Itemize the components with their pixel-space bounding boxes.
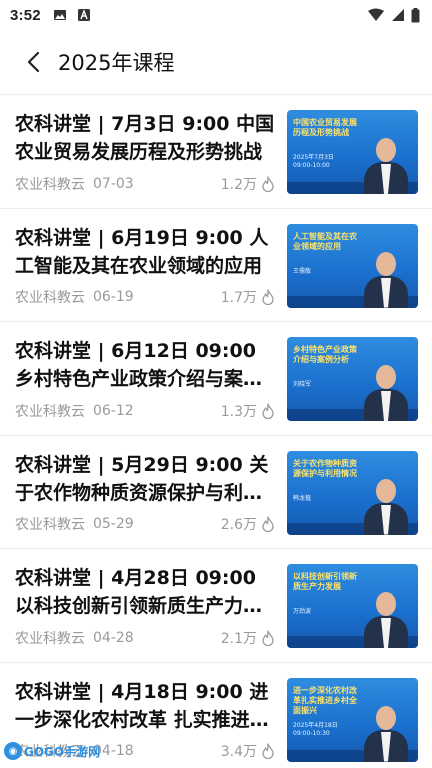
view-count: 2.6万 [220, 517, 257, 533]
back-button[interactable] [20, 47, 46, 77]
course-title: 农科讲堂 | 7月3日 9:00 中国农业贸易发展历程及形势挑战 [15, 113, 275, 163]
course-item-text: 农科讲堂 | 6月12日 09:00 乡村特色产业政策介绍与案例分析 农业科教云… [15, 322, 287, 435]
image-icon [53, 10, 66, 20]
thumbnail-tagline: 乡村特色产业政策介绍与案例分析 [293, 345, 357, 364]
watermark-text: GOGO手游网 [24, 744, 101, 759]
course-meta: 农业科教云 05-29 2.6万 [15, 514, 275, 534]
course-thumbnail[interactable]: 以科技创新引领新质生产力发展 万劲波 [287, 564, 418, 648]
course-thumbnail[interactable]: 人工智能及其在农业领域的应用 王儒敬 [287, 223, 418, 308]
course-title: 农科讲堂 | 4月28日 09:00 以科技创新引领新质生产力发展 [15, 567, 263, 617]
course-title: 农科讲堂 | 4月18日 9:00 进一步深化农村改革 扎实推进乡村全面振兴 [15, 680, 269, 731]
view-count: 1.7万 [220, 290, 257, 306]
course-thumbnail[interactable]: 关于农作物种质资源保护与利用情况 韩龙植 [287, 450, 418, 535]
course-thumbnail[interactable]: 中国农业贸易发展历程及形势挑战 2025年7月3日 09:00-10:00 [287, 110, 418, 194]
thumbnail-caption: 2025年4月18日 09:00-10:30 [293, 721, 338, 737]
course-date: 05-29 [93, 516, 134, 532]
flame-icon [262, 743, 274, 759]
thumbnail-caption: 万劲波 [293, 608, 312, 615]
course-item-text: 农科讲堂 | 6月19日 9:00 人工智能及其在农业领域的应用 农业科教云 0… [15, 209, 287, 322]
thumbnail-tagline: 人工智能及其在农业领域的应用 [293, 231, 357, 251]
course-item[interactable]: 农科讲堂 | 5月29日 9:00 关于农作物种质资源保护与利用情况 农业科教云… [0, 436, 432, 549]
wifi-icon [368, 8, 384, 21]
course-meta: 农业科教云 07-03 1.2万 [15, 174, 275, 194]
course-source: 农业科教云 [15, 176, 85, 193]
course-item-text: 农科讲堂 | 7月3日 9:00 中国农业贸易发展历程及形势挑战 农业科教云 0… [15, 95, 287, 208]
course-views: 1.7万 [221, 287, 275, 307]
course-item[interactable]: 农科讲堂 | 6月19日 9:00 人工智能及其在农业领域的应用 农业科教云 0… [0, 209, 432, 322]
speaker-image [364, 134, 408, 194]
course-item[interactable]: 农科讲堂 | 4月28日 09:00 以科技创新引领新质生产力发展 农业科教云 … [0, 549, 432, 663]
flame-icon [262, 289, 274, 305]
course-title: 农科讲堂 | 6月12日 09:00 乡村特色产业政策介绍与案例分析 [15, 340, 263, 390]
course-views: 1.2万 [221, 174, 275, 194]
chevron-left-icon [27, 51, 40, 73]
view-count: 1.2万 [220, 176, 257, 193]
view-count: 3.4万 [220, 744, 257, 760]
course-date: 06-12 [93, 402, 134, 419]
status-time: 3:52 [10, 6, 41, 24]
course-date: 04-28 [93, 629, 134, 646]
course-meta: 农业科教云 06-19 1.7万 [15, 287, 275, 307]
font-icon [77, 9, 90, 21]
course-source: 农业科教云 [15, 630, 85, 647]
thumbnail-tagline: 进一步深化农村改革扎实推进乡村全面振兴 [293, 685, 357, 715]
speaker-image [364, 475, 408, 535]
speaker-image [364, 248, 408, 308]
course-item-text: 农科讲堂 | 4月28日 09:00 以科技创新引领新质生产力发展 农业科教云 … [15, 549, 287, 662]
page-title: 2025年课程 [58, 51, 175, 75]
flame-icon [262, 402, 274, 419]
view-count: 1.3万 [220, 403, 257, 420]
thumbnail-tagline: 关于农作物种质资源保护与利用情况 [293, 458, 357, 478]
header: 2025年课程 [0, 30, 432, 95]
thumbnail-caption: 2025年7月3日 09:00-10:00 [293, 154, 334, 169]
course-source: 农业科教云 [15, 517, 85, 533]
speaker-image [364, 588, 408, 648]
thumbnail-caption: 刘晓军 [293, 381, 312, 388]
course-list: 农科讲堂 | 7月3日 9:00 中国农业贸易发展历程及形势挑战 农业科教云 0… [0, 95, 432, 768]
course-item[interactable]: 农科讲堂 | 6月12日 09:00 乡村特色产业政策介绍与案例分析 农业科教云… [0, 322, 432, 436]
flame-icon [262, 516, 274, 532]
battery-icon [411, 7, 420, 22]
course-source: 农业科教云 [15, 290, 85, 306]
course-item-text: 农科讲堂 | 5月29日 9:00 关于农作物种质资源保护与利用情况 农业科教云… [15, 436, 287, 549]
course-views: 2.1万 [221, 628, 275, 648]
thumbnail-tagline: 中国农业贸易发展历程及形势挑战 [293, 118, 357, 137]
course-source: 农业科教云 [15, 403, 85, 420]
thumbnail-caption: 王儒敬 [293, 267, 312, 275]
speaker-image [364, 702, 408, 762]
course-meta: 农业科教云 04-28 2.1万 [15, 628, 275, 648]
course-views: 2.6万 [221, 514, 275, 534]
status-bar: 3:52 [0, 0, 432, 30]
course-item[interactable]: 农科讲堂 | 7月3日 9:00 中国农业贸易发展历程及形势挑战 农业科教云 0… [0, 95, 432, 209]
course-views: 1.3万 [221, 401, 275, 421]
flame-icon [262, 175, 274, 192]
view-count: 2.1万 [220, 630, 257, 647]
course-date: 07-03 [93, 175, 134, 192]
course-date: 06-19 [93, 289, 134, 305]
thumbnail-caption: 韩龙植 [293, 494, 312, 502]
status-right [367, 7, 420, 23]
flame-icon [262, 629, 274, 646]
watermark-logo-icon: ◉ [4, 742, 22, 760]
thumbnail-tagline: 以科技创新引领新质生产力发展 [293, 572, 357, 591]
speaker-image [364, 361, 408, 421]
signal-icon [392, 9, 404, 21]
course-title: 农科讲堂 | 5月29日 9:00 关于农作物种质资源保护与利用情况 [15, 453, 269, 504]
course-views: 3.4万 [221, 741, 275, 761]
course-thumbnail[interactable]: 乡村特色产业政策介绍与案例分析 刘晓军 [287, 337, 418, 421]
course-thumbnail[interactable]: 进一步深化农村改革扎实推进乡村全面振兴 2025年4月18日 09:00-10:… [287, 677, 418, 762]
course-title: 农科讲堂 | 6月19日 9:00 人工智能及其在农业领域的应用 [15, 226, 269, 277]
watermark: ◉ GOGO手游网 [4, 742, 100, 760]
course-meta: 农业科教云 06-12 1.3万 [15, 401, 275, 421]
